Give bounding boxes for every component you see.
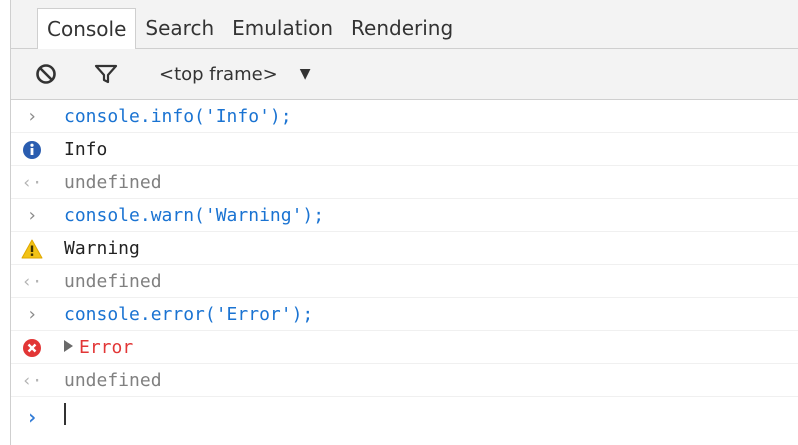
result-arrow-icon: ‹· bbox=[21, 172, 43, 193]
console-toolbar: <top frame> ▼ bbox=[11, 49, 798, 100]
console-input-text: console.warn('Warning'); bbox=[64, 205, 325, 226]
console-input-line[interactable]: › console.error('Error'); bbox=[11, 298, 798, 331]
frame-selector[interactable]: <top frame> ▼ bbox=[159, 60, 311, 88]
frame-selector-label: <top frame> bbox=[159, 63, 278, 85]
console-result-text: undefined bbox=[64, 370, 162, 391]
console-input-text: console.error('Error'); bbox=[64, 304, 314, 325]
result-arrow-icon: ‹· bbox=[21, 370, 43, 391]
tab-console[interactable]: Console bbox=[37, 8, 137, 49]
error-message-label: Error bbox=[79, 337, 134, 358]
console-result-line[interactable]: ‹· undefined bbox=[11, 265, 798, 298]
console-result-line[interactable]: ‹· undefined bbox=[11, 166, 798, 199]
warning-icon bbox=[21, 232, 43, 265]
console-result-text: undefined bbox=[64, 172, 162, 193]
tab-strip: Console Search Emulation Rendering bbox=[37, 8, 462, 49]
console-result-line[interactable]: ‹· undefined bbox=[11, 364, 798, 397]
console-error-text[interactable]: Error bbox=[64, 331, 133, 364]
console-input-line[interactable]: › console.warn('Warning'); bbox=[11, 199, 798, 232]
input-prompt-icon: › bbox=[26, 106, 38, 127]
expand-triangle-icon[interactable] bbox=[64, 340, 73, 352]
drawer-tab-bar: Console Search Emulation Rendering bbox=[11, 0, 798, 49]
devtools-console: Console Search Emulation Rendering <top … bbox=[0, 0, 798, 445]
console-error-message[interactable]: Error bbox=[11, 331, 798, 364]
console-info-message[interactable]: Info bbox=[11, 133, 798, 166]
filter-icon[interactable] bbox=[93, 61, 119, 87]
input-prompt-icon: › bbox=[26, 205, 38, 226]
chevron-down-icon: ▼ bbox=[299, 66, 311, 82]
tab-rendering[interactable]: Rendering bbox=[342, 8, 462, 48]
console-input-line[interactable]: › console.info('Info'); bbox=[11, 100, 798, 133]
info-icon bbox=[21, 133, 43, 166]
tab-emulation[interactable]: Emulation bbox=[223, 8, 342, 48]
text-cursor bbox=[64, 403, 66, 425]
console-result-text: undefined bbox=[64, 271, 162, 292]
console-message-text: Warning bbox=[64, 238, 140, 259]
console-messages: › console.info('Info'); Info ‹· undefine… bbox=[11, 100, 798, 437]
result-arrow-icon: ‹· bbox=[21, 271, 43, 292]
error-icon bbox=[21, 331, 43, 364]
tab-search[interactable]: Search bbox=[136, 8, 223, 48]
console-message-text: Info bbox=[64, 139, 108, 160]
console-prompt[interactable]: › bbox=[11, 397, 798, 437]
clear-console-icon[interactable] bbox=[33, 61, 59, 87]
prompt-chevron-icon: › bbox=[25, 405, 39, 429]
input-prompt-icon: › bbox=[26, 304, 38, 325]
console-warning-message[interactable]: Warning bbox=[11, 232, 798, 265]
console-input-text: console.info('Info'); bbox=[64, 106, 292, 127]
